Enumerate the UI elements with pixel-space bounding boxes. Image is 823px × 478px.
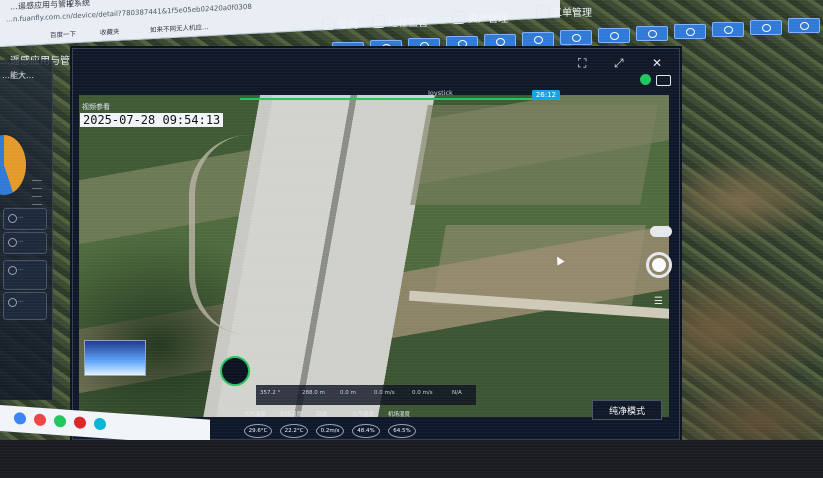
nav-item-remote-monitor[interactable]: 远程监管 (372, 14, 428, 29)
drone-icon (8, 298, 17, 307)
toolbar-button[interactable] (788, 18, 820, 33)
browser-tab[interactable]: …遥感应用与管控系统 (10, 0, 90, 12)
clean-mode-button[interactable]: 纯净模式 (592, 400, 662, 420)
connection-status-icon (640, 74, 651, 85)
mini-preview[interactable] (84, 340, 146, 376)
menu-icon[interactable] (656, 75, 671, 86)
fullscreen-icon[interactable]: ⤢ (614, 56, 624, 71)
compass-radar (220, 356, 250, 386)
left-panel-button[interactable]: … (3, 260, 47, 290)
toolbar-button[interactable] (598, 28, 630, 43)
toolbar-button[interactable] (560, 30, 592, 45)
gauge-wind: 风速 0.2m/s (316, 410, 350, 440)
video-timestamp: 2025-07-28 09:54:13 (80, 113, 224, 127)
new-tab-button[interactable]: + (66, 0, 74, 11)
toolbar-button[interactable] (522, 32, 554, 47)
monitor-icon (372, 15, 385, 28)
gauge-dock-humidity: 机场湿度 64.5% (388, 410, 422, 440)
gear-icon (8, 214, 17, 223)
gear-icon (8, 238, 17, 247)
vspeed-value: 0.0 m/s (412, 390, 433, 396)
extra-value: N/A (452, 390, 462, 396)
gauge-icon (8, 266, 17, 275)
left-panel-button[interactable]: … (3, 292, 47, 320)
monitor-bezel (0, 440, 823, 478)
telemetry-bar: 357.2 ° 288.0 m 0.0 m 0.0 m/s 0.0 m/s N/… (256, 385, 476, 405)
toolbar-button[interactable] (674, 24, 706, 39)
gauge-air-temp: 大气温度 29.6°C (244, 410, 278, 440)
video-window (72, 48, 680, 440)
close-icon[interactable]: ✕ (652, 56, 662, 70)
toolbar-button[interactable] (712, 22, 744, 37)
settings-icon[interactable]: ☰ (654, 296, 663, 307)
toolbar-button[interactable] (750, 20, 782, 35)
camera-controls: ☰ (642, 200, 678, 310)
progress-time: 26:12 (531, 90, 560, 100)
gauge-air-humidity: 大气湿度 48.4% (352, 410, 386, 440)
altitude-value: 288.0 m (302, 390, 325, 396)
left-panel-button[interactable]: … (3, 208, 47, 230)
toolbar-button[interactable] (636, 26, 668, 41)
drone-video-feed[interactable] (79, 95, 669, 417)
app-icon[interactable] (54, 414, 66, 428)
heading-value: 357.2 ° (260, 390, 281, 396)
bookmark-item[interactable]: 百度一下 (50, 28, 76, 39)
field-area (431, 225, 647, 305)
bookmark-item[interactable]: 收藏夹 (100, 26, 120, 37)
nav-item-workorders[interactable]: 工单管理 (536, 4, 592, 19)
plane-icon (452, 11, 465, 24)
field-area (410, 105, 658, 205)
clipboard-icon (536, 5, 549, 18)
progress-track (240, 98, 560, 100)
left-panel-title: …能大… (2, 71, 34, 80)
shutter-button[interactable] (646, 252, 672, 278)
globe-icon (322, 17, 335, 30)
windows-start-icon[interactable] (14, 411, 26, 425)
hspeed-value: 0.0 m/s (374, 390, 395, 396)
chrome-icon[interactable] (34, 413, 46, 427)
left-panel-button[interactable]: … (3, 232, 47, 254)
nav-item-assets[interactable]: 资产管理 (452, 10, 508, 25)
distance-value: 0.0 m (340, 390, 356, 396)
video-window-header (73, 49, 679, 93)
fit-screen-icon[interactable]: ⛶ (578, 56, 586, 71)
gauge-dock-temp: 机场温度 22.2°C (280, 410, 314, 440)
winding-path (189, 135, 255, 335)
record-toggle[interactable] (650, 226, 672, 237)
wps-icon[interactable] (74, 416, 86, 430)
video-window-title: 视频参看 (82, 103, 110, 111)
nav-item-overview[interactable]: 总网 (322, 16, 358, 31)
toolbar-button[interactable] (484, 34, 516, 49)
edge-icon[interactable] (94, 417, 106, 431)
playback-progress[interactable]: 26:12 (240, 90, 560, 102)
bookmark-item[interactable]: 如来不网无人机应… (150, 21, 209, 34)
left-panel: …能大… … … … … (0, 60, 53, 400)
